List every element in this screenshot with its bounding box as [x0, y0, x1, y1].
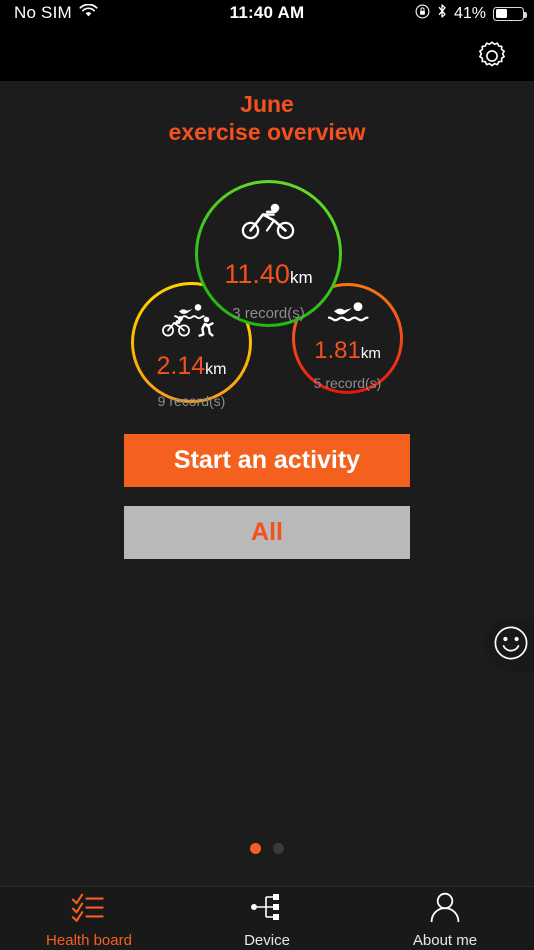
swimming-distance: 1.81km [314, 337, 381, 364]
page-dot-2[interactable] [273, 843, 284, 854]
checklist-icon [71, 892, 107, 927]
tab-device[interactable]: Device [178, 887, 356, 950]
person-icon [428, 892, 462, 927]
gear-icon[interactable] [470, 34, 514, 78]
battery-percent-label: 41% [453, 4, 486, 22]
cycling-icon [241, 202, 297, 245]
start-activity-button[interactable]: Start an activity [124, 434, 410, 487]
swimming-records: 5 record(s) [313, 375, 382, 391]
battery-icon [493, 6, 527, 21]
triathlon-records: 9 record(s) [157, 393, 226, 409]
cycling-distance: 11.40km [224, 259, 313, 289]
tab-label-health-board: Health board [46, 932, 132, 949]
title-subtitle: exercise overview [168, 119, 366, 146]
triathlon-unit: km [205, 361, 227, 378]
all-activities-button[interactable]: All [124, 506, 410, 559]
page-title: June exercise overview [0, 90, 534, 146]
pagination-dots [0, 843, 534, 854]
cycling-unit: km [289, 268, 313, 287]
tab-health-board[interactable]: Health board [0, 887, 178, 950]
app-screen: No SIM 11:40 AM 41% June exercise overvi… [0, 0, 534, 950]
tab-label-device: Device [244, 932, 290, 949]
swimming-unit: km [360, 345, 381, 362]
status-bar-right: 41% [415, 3, 527, 24]
tab-about-me[interactable]: About me [356, 887, 534, 950]
status-bar: No SIM 11:40 AM 41% [0, 0, 534, 28]
tab-label-about-me: About me [412, 932, 478, 949]
summary-bubble-cycling[interactable]: 11.40km 3 record(s) [195, 180, 342, 327]
feedback-tab[interactable] [485, 618, 534, 672]
triathlon-distance: 2.14km [156, 352, 227, 380]
cycling-records: 3 record(s) [232, 305, 305, 322]
page-dot-1[interactable] [250, 843, 261, 854]
bottom-tab-bar: Health board Device About me [0, 886, 534, 950]
rotation-lock-icon [415, 4, 430, 24]
navigation-bar [0, 28, 534, 81]
bluetooth-icon [437, 3, 447, 24]
title-month: June [240, 91, 294, 117]
device-node-icon [249, 892, 285, 927]
exercise-summary-group: 1.81km 5 record(s) 2.14km 9 record(s) 11… [0, 165, 534, 415]
smiley-face-icon [493, 625, 529, 666]
